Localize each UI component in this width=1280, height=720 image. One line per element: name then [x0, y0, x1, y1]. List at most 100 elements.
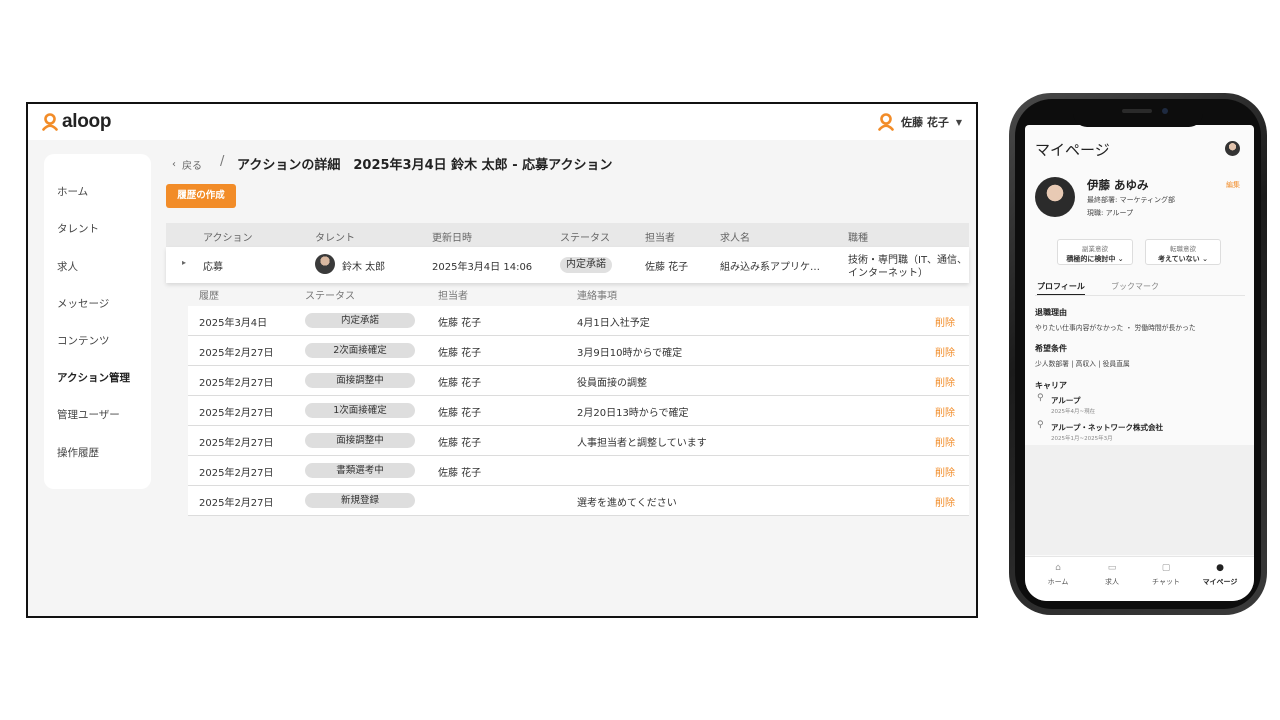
column-header-talent: タレント	[315, 233, 355, 244]
history-assignee: 佐藤 花子	[438, 378, 482, 389]
history-status-badge: 内定承諾	[305, 313, 415, 328]
history-status-badge: 1次面接確定	[305, 403, 415, 418]
nav-jobs[interactable]: ▭ 求人	[1087, 563, 1137, 587]
chevron-down-icon: ⌄	[1202, 255, 1208, 263]
avatar[interactable]	[1225, 141, 1240, 156]
conditions-heading: 希望条件	[1035, 344, 1067, 353]
logo-text: aloop	[62, 111, 112, 132]
profile-name: 伊藤 あゆみ	[1087, 178, 1149, 192]
history-assignee: 佐藤 花子	[438, 318, 482, 329]
phone-speaker	[1122, 109, 1152, 113]
user-name: 佐藤 花子	[901, 116, 949, 129]
history-note: 2月20日13時からで確定	[577, 408, 689, 419]
history-assignee: 佐藤 花子	[438, 438, 482, 449]
location-pin-icon: ⚲	[1037, 393, 1044, 403]
delete-link[interactable]: 削除	[935, 404, 955, 419]
phone-camera	[1162, 108, 1168, 114]
side-job-value: 積極的に検討中	[1066, 255, 1116, 263]
sidebar-item-messages[interactable]: メッセージ	[57, 296, 109, 311]
sidebar-item-talent[interactable]: タレント	[57, 221, 99, 236]
sidebar-item-operation-history[interactable]: 操作履歴	[57, 445, 99, 460]
expand-arrow-icon[interactable]: ▸	[182, 258, 186, 267]
reason-text: やりたい仕事内容がなかった ・ 労働時間が長かった	[1035, 324, 1196, 332]
history-row: 2025年3月4日 内定承諾 佐藤 花子 4月1日入社予定 削除	[188, 306, 969, 336]
delete-link[interactable]: 削除	[935, 434, 955, 449]
reason-heading: 退職理由	[1035, 308, 1067, 317]
history-status-badge: 新規登録	[305, 493, 415, 508]
top-header: aloop 佐藤 花子 ▼	[28, 104, 976, 140]
row-talent[interactable]: 鈴木 太郎	[342, 258, 385, 273]
talent-avatar	[315, 254, 335, 274]
create-history-button[interactable]: 履歴の作成	[166, 184, 236, 208]
table-header: アクション タレント 更新日時 ステータス 担当者 求人名 職種	[166, 223, 969, 247]
chevron-down-icon: ▼	[955, 117, 962, 127]
profile-department: 最終部署: マーケティング部	[1087, 196, 1176, 204]
delete-link[interactable]: 削除	[935, 344, 955, 359]
career-company: アループ・ネットワーク株式会社	[1051, 423, 1163, 432]
sidebar-item-contents[interactable]: コンテンツ	[57, 333, 110, 348]
nav-home[interactable]: ⌂ ホーム	[1033, 563, 1083, 587]
tab-divider	[1035, 295, 1245, 296]
history-note: 人事担当者と調整しています	[577, 438, 707, 449]
history-date: 2025年2月27日	[199, 348, 274, 359]
history-header-date: 履歴	[199, 291, 219, 302]
sidebar-item-admin-users[interactable]: 管理ユーザー	[57, 407, 120, 422]
history-header-note: 連絡事項	[577, 291, 617, 302]
history-row: 2025年2月27日 2次面接確定 佐藤 花子 3月9日10時からで確定 削除	[188, 336, 969, 366]
delete-link[interactable]: 削除	[935, 494, 955, 509]
delete-link[interactable]: 削除	[935, 314, 955, 329]
nav-label: チャット	[1152, 578, 1180, 586]
nav-chat[interactable]: ▢ チャット	[1141, 563, 1191, 587]
history-note: 選考を進めてください	[577, 498, 677, 509]
delete-link[interactable]: 削除	[935, 464, 955, 479]
sidebar-item-home[interactable]: ホーム	[57, 184, 88, 199]
career-period: 2025年1月~2025年3月	[1051, 436, 1113, 442]
career-heading: キャリア	[1035, 381, 1067, 390]
chevron-left-icon: ‹	[172, 159, 176, 170]
history-header-status: ステータス	[305, 291, 355, 302]
desktop-window: aloop 佐藤 花子 ▼ ホーム タレント 求人 メッセージ コンテンツ アク…	[26, 102, 978, 618]
profile-avatar	[1035, 177, 1075, 217]
page-title: アクションの詳細 2025年3月4日 鈴木 太郎 - 応募アクション	[237, 158, 613, 173]
tab-profile[interactable]: プロフィール	[1037, 281, 1085, 296]
history-note: 3月9日10時からで確定	[577, 348, 683, 359]
table-row[interactable]: ▸ 応募 鈴木 太郎 2025年3月4日 14:06 内定承諾 佐藤 花子 組み…	[166, 247, 969, 283]
side-job-select[interactable]: 副業意欲 積極的に検討中 ⌄	[1057, 239, 1133, 265]
history-status-badge: 書類選考中	[305, 463, 415, 478]
aloop-logo-icon	[42, 113, 58, 131]
history-header: 履歴 ステータス 担当者 連絡事項	[188, 287, 969, 305]
delete-link[interactable]: 削除	[935, 374, 955, 389]
back-label: 戻る	[182, 161, 202, 172]
user-menu[interactable]: 佐藤 花子 ▼	[878, 113, 962, 131]
nav-label: ホーム	[1047, 578, 1069, 586]
phone-frame: マイページ 伊藤 あゆみ 編集 最終部署: マーケティング部 現職: アループ …	[1009, 93, 1267, 615]
career-company: アループ	[1051, 396, 1081, 405]
logo[interactable]: aloop	[42, 111, 111, 133]
history-date: 2025年3月4日	[199, 318, 268, 329]
history-status-badge: 面接調整中	[305, 433, 415, 448]
history-date: 2025年2月27日	[199, 498, 274, 509]
edit-link[interactable]: 編集	[1226, 180, 1240, 190]
user-avatar-icon	[878, 113, 894, 131]
row-action: 応募	[203, 262, 223, 273]
history-row: 2025年2月27日 1次面接確定 佐藤 花子 2月20日13時からで確定 削除	[188, 396, 969, 426]
history-date: 2025年2月27日	[199, 408, 274, 419]
sidebar-item-jobs[interactable]: 求人	[57, 259, 78, 274]
conditions-text: 少人数部署 | 高収入 | 役員直属	[1035, 360, 1130, 368]
home-icon: ⌂	[1055, 563, 1061, 573]
career-period: 2025年4月~現在	[1051, 409, 1096, 415]
history-row: 2025年2月27日 書類選考中 佐藤 花子 削除	[188, 456, 969, 486]
tab-bookmark[interactable]: ブックマーク	[1111, 281, 1159, 292]
history-status-badge: 面接調整中	[305, 373, 415, 388]
column-header-assignee: 担当者	[645, 233, 675, 244]
history-row: 2025年2月27日 面接調整中 佐藤 花子 役員面接の調整 削除	[188, 366, 969, 396]
sidebar-item-action-management[interactable]: アクション管理	[57, 370, 130, 385]
row-job[interactable]: 組み込み系アプリケ…	[720, 258, 820, 273]
back-link[interactable]: ‹ 戻る	[172, 157, 202, 172]
person-icon: ●	[1216, 563, 1224, 573]
status-badge: 内定承諾	[560, 257, 612, 273]
column-header-category: 職種	[848, 233, 868, 244]
job-change-select[interactable]: 転職意欲 考えていない ⌄	[1145, 239, 1221, 265]
nav-mypage[interactable]: ● マイページ	[1195, 563, 1245, 587]
history-status-badge: 2次面接確定	[305, 343, 415, 358]
